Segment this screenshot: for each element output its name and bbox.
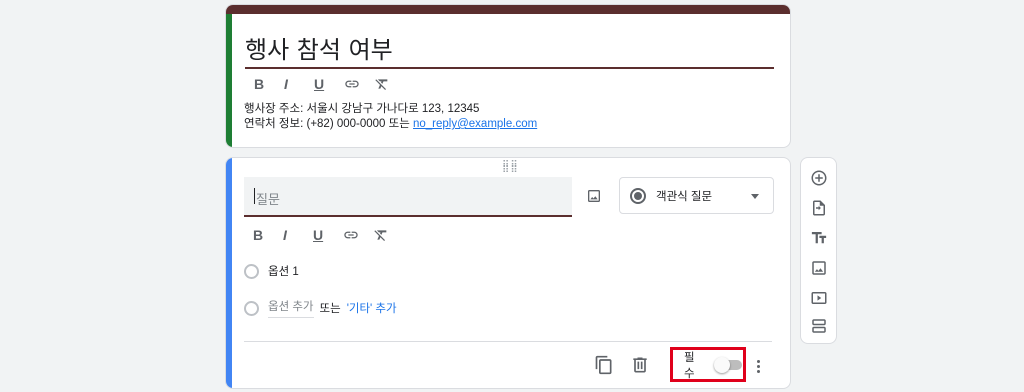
question-title-input[interactable]: 질문	[244, 177, 572, 217]
clear-format-icon[interactable]	[365, 74, 395, 94]
question-type-label: 객관식 질문	[656, 190, 713, 203]
required-label: 필수	[684, 351, 695, 380]
text-cursor	[254, 188, 255, 204]
question-placeholder: 질문	[256, 192, 280, 207]
clear-format-icon[interactable]	[364, 225, 394, 245]
description-address: 행사장 주소: 서울시 강남구 가나다로 123, 12345	[244, 103, 480, 115]
required-toggle[interactable]	[713, 356, 743, 373]
bold-icon[interactable]: B	[245, 74, 275, 94]
contact-prefix: 연락처 정보: (+82) 000-0000 또는	[244, 118, 413, 130]
title-format-toolbar: B I U	[245, 74, 395, 94]
form-title-card[interactable]: 행사 참석 여부 B I U 행사장 주소: 서울시 강남구 가나다로 123,…	[225, 4, 791, 148]
italic-icon[interactable]: I	[274, 225, 304, 245]
title-input-underline	[245, 67, 774, 69]
more-options-icon[interactable]	[753, 356, 763, 376]
active-card-indicator	[226, 14, 232, 147]
question-footer: 필수	[226, 342, 790, 388]
required-highlight: 필수	[670, 347, 746, 382]
import-questions-icon[interactable]	[807, 196, 831, 220]
or-text: 또는	[319, 303, 341, 315]
option-label[interactable]: 옵션 1	[268, 263, 299, 279]
radio-icon	[244, 263, 259, 279]
underline-icon[interactable]: U	[304, 225, 334, 245]
chevron-down-icon	[751, 194, 759, 199]
duplicate-icon[interactable]	[594, 355, 614, 375]
add-section-icon[interactable]	[807, 314, 831, 338]
form-description[interactable]: 행사장 주소: 서울시 강남구 가나다로 123, 12345 연락처 정보: …	[244, 102, 537, 132]
add-image-icon[interactable]	[807, 256, 831, 280]
email-link[interactable]: no_reply@example.com	[413, 118, 537, 130]
add-image-icon[interactable]	[582, 184, 606, 208]
italic-icon[interactable]: I	[275, 74, 305, 94]
drag-handle-icon[interactable]: ⠿⠿ ⠿⠿	[502, 161, 519, 176]
radio-icon	[244, 300, 259, 316]
link-icon[interactable]	[334, 225, 364, 245]
add-video-icon[interactable]	[807, 286, 831, 310]
option-row[interactable]: 옵션 1	[244, 263, 299, 279]
add-question-icon[interactable]	[807, 166, 831, 190]
add-option-input[interactable]: 옵션 추가	[268, 298, 314, 318]
toggle-knob	[713, 356, 730, 373]
add-option-row: 옵션 추가 또는 '기타' 추가	[244, 298, 397, 318]
radio-button-icon	[630, 187, 646, 204]
delete-icon[interactable]	[630, 355, 650, 375]
form-title[interactable]: 행사 참석 여부	[245, 30, 393, 65]
question-format-toolbar: B I U	[244, 225, 394, 245]
add-title-icon[interactable]	[807, 226, 831, 250]
theme-color-bar	[226, 5, 790, 14]
question-card[interactable]: ⠿⠿ ⠿⠿ 질문 객관식 질문 B I U 옵션 1 옵션 추가 또는 '기타' …	[225, 157, 791, 389]
add-other-link[interactable]: '기타' 추가	[347, 300, 397, 316]
side-toolbar	[800, 157, 837, 344]
underline-icon[interactable]: U	[305, 74, 335, 94]
bold-icon[interactable]: B	[244, 225, 274, 245]
link-icon[interactable]	[335, 74, 365, 94]
description-contact: 연락처 정보: (+82) 000-0000 또는 no_reply@examp…	[244, 117, 537, 132]
question-type-dropdown[interactable]: 객관식 질문	[619, 177, 774, 214]
